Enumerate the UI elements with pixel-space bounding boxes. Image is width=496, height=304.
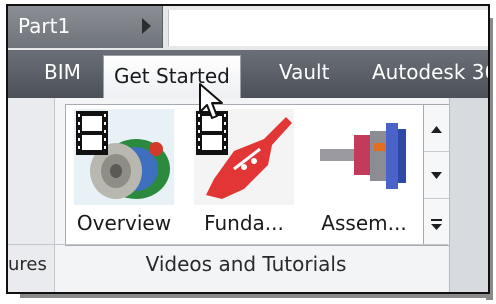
title-bar: Part1 [8,6,488,50]
title-field[interactable] [168,10,488,46]
mouse-pointer-icon [199,83,223,119]
film-gear-icon [74,109,174,205]
tutorial-gallery: Overview Funda... Assem... [65,104,449,246]
gallery-item-label: Assem... [321,211,407,235]
left-panel-title: ures [8,254,47,275]
gallery-item-overview[interactable]: Overview [70,105,178,239]
gallery-item-label: Overview [76,211,172,235]
gallery-expand-button[interactable] [424,199,449,245]
gallery-item-assemblies[interactable]: Assem... [310,105,418,239]
gallery-item-label: Funda... [204,211,284,235]
tab-autodesk-360[interactable]: Autodesk 36 [372,60,488,84]
expand-gallery-icon [431,219,442,230]
document-tab[interactable]: Part1 [8,6,163,48]
application-window: Part1 BIM Get Started Vault Autodesk 36 … [6,4,490,294]
tab-vault[interactable]: Vault [279,60,329,84]
document-menu-arrow-icon[interactable] [142,18,151,34]
ribbon-tab-bar: BIM Get Started Vault Autodesk 36 [8,50,488,98]
scroll-up-button[interactable] [424,105,449,152]
caret-down-icon [431,172,442,179]
gallery-scrollbar [423,105,449,245]
assembly-icon [314,109,414,205]
ribbon-panel-area: ures Overview Funda... Assem... Videos a… [8,98,488,292]
caret-up-icon [431,126,442,133]
scroll-down-button[interactable] [424,152,449,199]
left-panel: ures [8,98,55,292]
right-panel [449,98,488,292]
divider [8,244,54,245]
panel-title: Videos and Tutorials [145,252,347,276]
divider [55,244,448,245]
videos-and-tutorials-panel: Overview Funda... Assem... Videos and Tu… [55,98,449,292]
document-name: Part1 [18,14,71,38]
tab-bim[interactable]: BIM [44,60,81,84]
